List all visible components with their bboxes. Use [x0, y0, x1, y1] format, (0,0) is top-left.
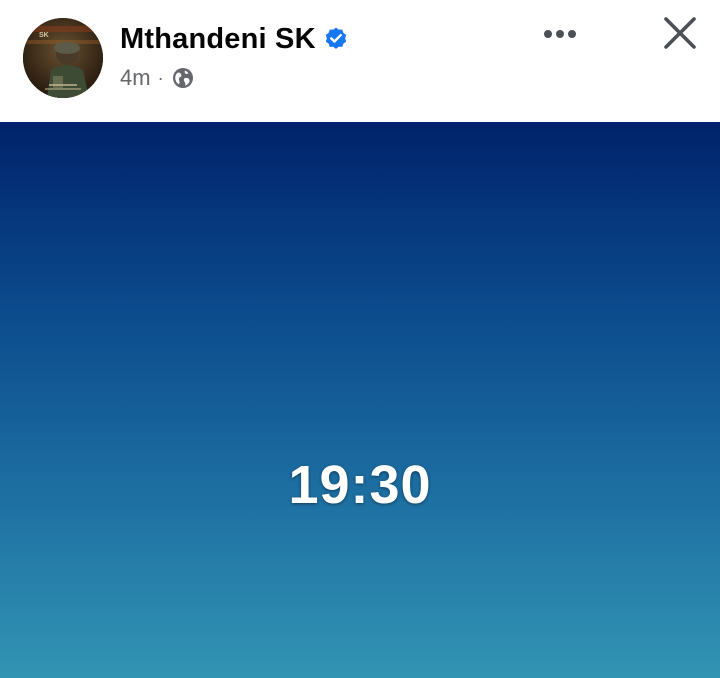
close-button[interactable] — [654, 7, 706, 59]
post-text: 19:30 — [288, 455, 432, 515]
avatar[interactable]: SK — [23, 18, 103, 98]
meta-separator: · — [157, 67, 164, 88]
verified-badge-icon — [323, 26, 349, 52]
author-row: Mthandeni SK — [120, 19, 349, 59]
post-header: SK Mthandeni SK 4m · — [0, 0, 720, 122]
post-meta: 4m · — [120, 63, 195, 93]
close-icon — [664, 17, 696, 49]
post-viewer: SK Mthandeni SK 4m · 19:30 — [0, 0, 720, 678]
avatar-logo-text: SK — [39, 32, 49, 39]
post-background-card[interactable]: 19:30 — [0, 122, 720, 678]
avatar-image: SK — [23, 18, 103, 98]
post-timestamp[interactable]: 4m — [120, 65, 151, 91]
more-horizontal-icon — [544, 30, 576, 38]
globe-icon[interactable] — [171, 66, 195, 90]
author-name[interactable]: Mthandeni SK — [120, 23, 316, 56]
more-options-button[interactable] — [536, 20, 584, 48]
